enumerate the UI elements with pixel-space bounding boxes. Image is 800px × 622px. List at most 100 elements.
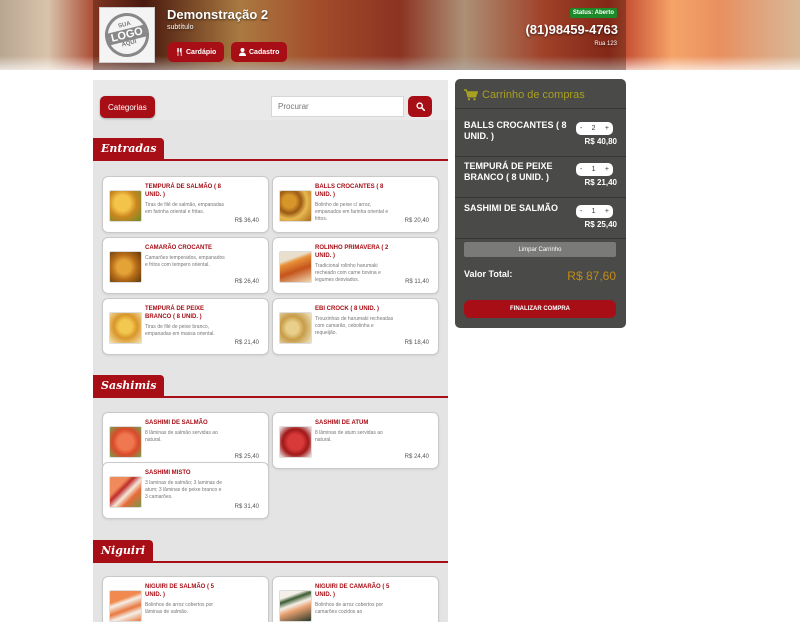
product-card[interactable]: SASHIMI DE ATUM 8 lâminas de atum servid… <box>272 412 439 469</box>
status-badge: Status: Aberto <box>569 8 617 18</box>
cart-item-name: SASHIMI DE SALMÃO <box>464 203 559 213</box>
store-phone: (81)98459-4763 <box>525 22 618 37</box>
cutlery-icon <box>177 48 182 56</box>
product-image <box>109 590 142 622</box>
section-tab-sashimis[interactable]: Sashimis <box>93 375 165 396</box>
product-image <box>279 312 312 344</box>
product-card[interactable]: CAMARÃO CROCANTE Camarões temperados, em… <box>102 237 269 294</box>
section-divider <box>93 159 448 161</box>
section-tab-entradas[interactable]: Entradas <box>93 138 165 159</box>
section-divider <box>93 561 448 563</box>
section-divider <box>93 396 448 398</box>
product-description: Trouxinhas de harumaki recheadas com cam… <box>315 316 394 336</box>
product-name: NIGUIRI DE SALMÃO ( 5 unid. ) <box>145 584 215 598</box>
product-card[interactable]: SASHIMI DE SALMÃO 8 lâminas de salmão se… <box>102 412 269 469</box>
product-image <box>279 251 312 283</box>
section-tab-niguiri[interactable]: Niguiri <box>93 540 154 561</box>
header-banner: SUA LOGO AQUI Demonstração 2 subtítulo C… <box>0 0 800 70</box>
product-description: Bolinho de peixe c/ arroz, empanados em … <box>315 202 389 222</box>
cart-divider <box>455 108 626 109</box>
menu-toolbar: Categorias <box>93 80 448 120</box>
cart-divider <box>455 156 626 157</box>
cart-divider <box>455 238 626 239</box>
product-card[interactable]: EBI CROCK ( 8 unid. ) Trouxinhas de haru… <box>272 298 439 355</box>
product-price: R$ 31,40 <box>234 504 259 510</box>
cart-item-price: R$ 21,40 <box>584 178 617 187</box>
quantity-stepper[interactable]: - 1 + <box>576 205 613 218</box>
store-address: Rua 123 <box>594 41 617 47</box>
total-value: R$ 87,60 <box>567 269 616 283</box>
increase-button[interactable]: + <box>605 208 609 215</box>
register-button-label: Cadastro <box>249 48 280 56</box>
product-card[interactable]: NIGUIRI DE SALMÃO ( 5 unid. ) Bolinhos d… <box>102 576 269 622</box>
product-card[interactable]: BALLS CROCANTES ( 8 unid. ) Bolinho de p… <box>272 176 439 233</box>
product-name: ROLINHO PRIMAVERA ( 2 unid. ) <box>315 245 389 259</box>
product-description: 8 lâminas de salmão servidas ao natural. <box>145 430 218 443</box>
product-image <box>109 251 142 283</box>
cart-item-price: R$ 25,40 <box>584 220 617 229</box>
product-image <box>109 426 142 458</box>
product-name: SASHIMI DE ATUM <box>315 420 369 426</box>
cart-divider <box>455 197 626 198</box>
search-input[interactable] <box>271 96 404 117</box>
cart-item: SASHIMI DE SALMÃO - 1 + R$ 25,40 <box>464 203 619 237</box>
product-image <box>109 312 142 344</box>
decrease-button[interactable]: - <box>580 208 582 215</box>
shopping-cart-panel: Carrinho de compras BALLS CROCANTES ( 8 … <box>455 79 626 328</box>
quantity-value: 1 <box>591 208 596 215</box>
increase-button[interactable]: + <box>605 125 609 132</box>
increase-button[interactable]: + <box>605 166 609 173</box>
register-button[interactable]: Cadastro <box>231 42 288 62</box>
store-logo[interactable]: SUA LOGO AQUI <box>99 7 155 63</box>
quantity-value: 1 <box>591 166 596 173</box>
clear-cart-button[interactable]: Limpar Carrinho <box>464 242 616 257</box>
quantity-value: 2 <box>591 125 596 132</box>
decrease-button[interactable]: - <box>580 125 582 132</box>
product-price: R$ 36,40 <box>234 218 259 224</box>
product-price: R$ 21,40 <box>234 340 259 346</box>
product-price: R$ 24,40 <box>404 454 429 460</box>
menu-button[interactable]: Cardápio <box>168 42 225 62</box>
product-description: 3 laminas de salmão; 3 laminas de atum; … <box>145 480 222 500</box>
search-icon <box>415 102 425 111</box>
product-description: Bolinhos de arroz cobertos por camarões … <box>315 602 384 615</box>
product-card[interactable]: SASHIMI MISTO 3 laminas de salmão; 3 lam… <box>102 462 269 519</box>
product-image <box>279 590 312 622</box>
product-card[interactable]: NIGUIRI DE CAMARÃO ( 5 unid. ) Bolinhos … <box>272 576 439 622</box>
checkout-button[interactable]: FINALIZAR COMPRA <box>464 300 616 318</box>
product-price: R$ 11,40 <box>405 279 429 285</box>
cart-item: TEMPURÁ DE PEIXE BRANCO ( 8 unid. ) - 1 … <box>464 161 619 195</box>
product-name: TEMPURÁ DE SALMÃO ( 8 unid. ) <box>145 184 222 198</box>
search-button[interactable] <box>408 96 432 117</box>
product-image <box>279 426 312 458</box>
store-subtitle: subtítulo <box>167 24 194 31</box>
product-image <box>279 190 312 222</box>
cart-icon <box>464 89 478 101</box>
product-description: Tiras de filé de salmão, empanadas em fa… <box>145 202 225 215</box>
cart-item-name: BALLS CROCANTES ( 8 unid. ) <box>464 120 567 141</box>
product-price: R$ 26,40 <box>234 279 259 285</box>
product-card[interactable]: TEMPURÁ DE SALMÃO ( 8 unid. ) Tiras de f… <box>102 176 269 233</box>
quantity-stepper[interactable]: - 1 + <box>576 163 613 176</box>
user-icon <box>239 48 246 56</box>
product-description: Tiras de filé de peixe branco, empanadas… <box>145 324 215 337</box>
product-name: BALLS CROCANTES ( 8 unid. ) <box>315 184 384 198</box>
store-name: Demonstração 2 <box>167 7 269 22</box>
product-name: SASHIMI DE SALMÃO <box>145 420 208 426</box>
quantity-stepper[interactable]: - 2 + <box>576 122 613 135</box>
logo-ring: SUA LOGO AQUI <box>100 8 154 62</box>
menu-panel: Categorias Entradas TEMPURÁ DE SALMÃO ( … <box>93 80 448 622</box>
product-name: SASHIMI MISTO <box>145 470 191 476</box>
header-bar: SUA LOGO AQUI Demonstração 2 subtítulo C… <box>93 0 626 70</box>
decrease-button[interactable]: - <box>580 166 582 173</box>
product-description: 8 lâminas de atum servidas ao natural. <box>315 430 383 443</box>
product-image <box>109 190 142 222</box>
product-card[interactable]: ROLINHO PRIMAVERA ( 2 unid. ) Tradiciona… <box>272 237 439 294</box>
cart-title: Carrinho de compras <box>464 89 585 101</box>
categories-button[interactable]: Categorias <box>100 96 155 118</box>
product-name: CAMARÃO CROCANTE <box>145 245 212 251</box>
product-image <box>109 476 142 508</box>
product-name: NIGUIRI DE CAMARÃO ( 5 unid. ) <box>315 584 390 598</box>
product-card[interactable]: TEMPURÁ DE PEIXE BRANCO ( 8 unid. ) Tira… <box>102 298 269 355</box>
cart-item-name: TEMPURÁ DE PEIXE BRANCO ( 8 unid. ) <box>464 161 553 182</box>
